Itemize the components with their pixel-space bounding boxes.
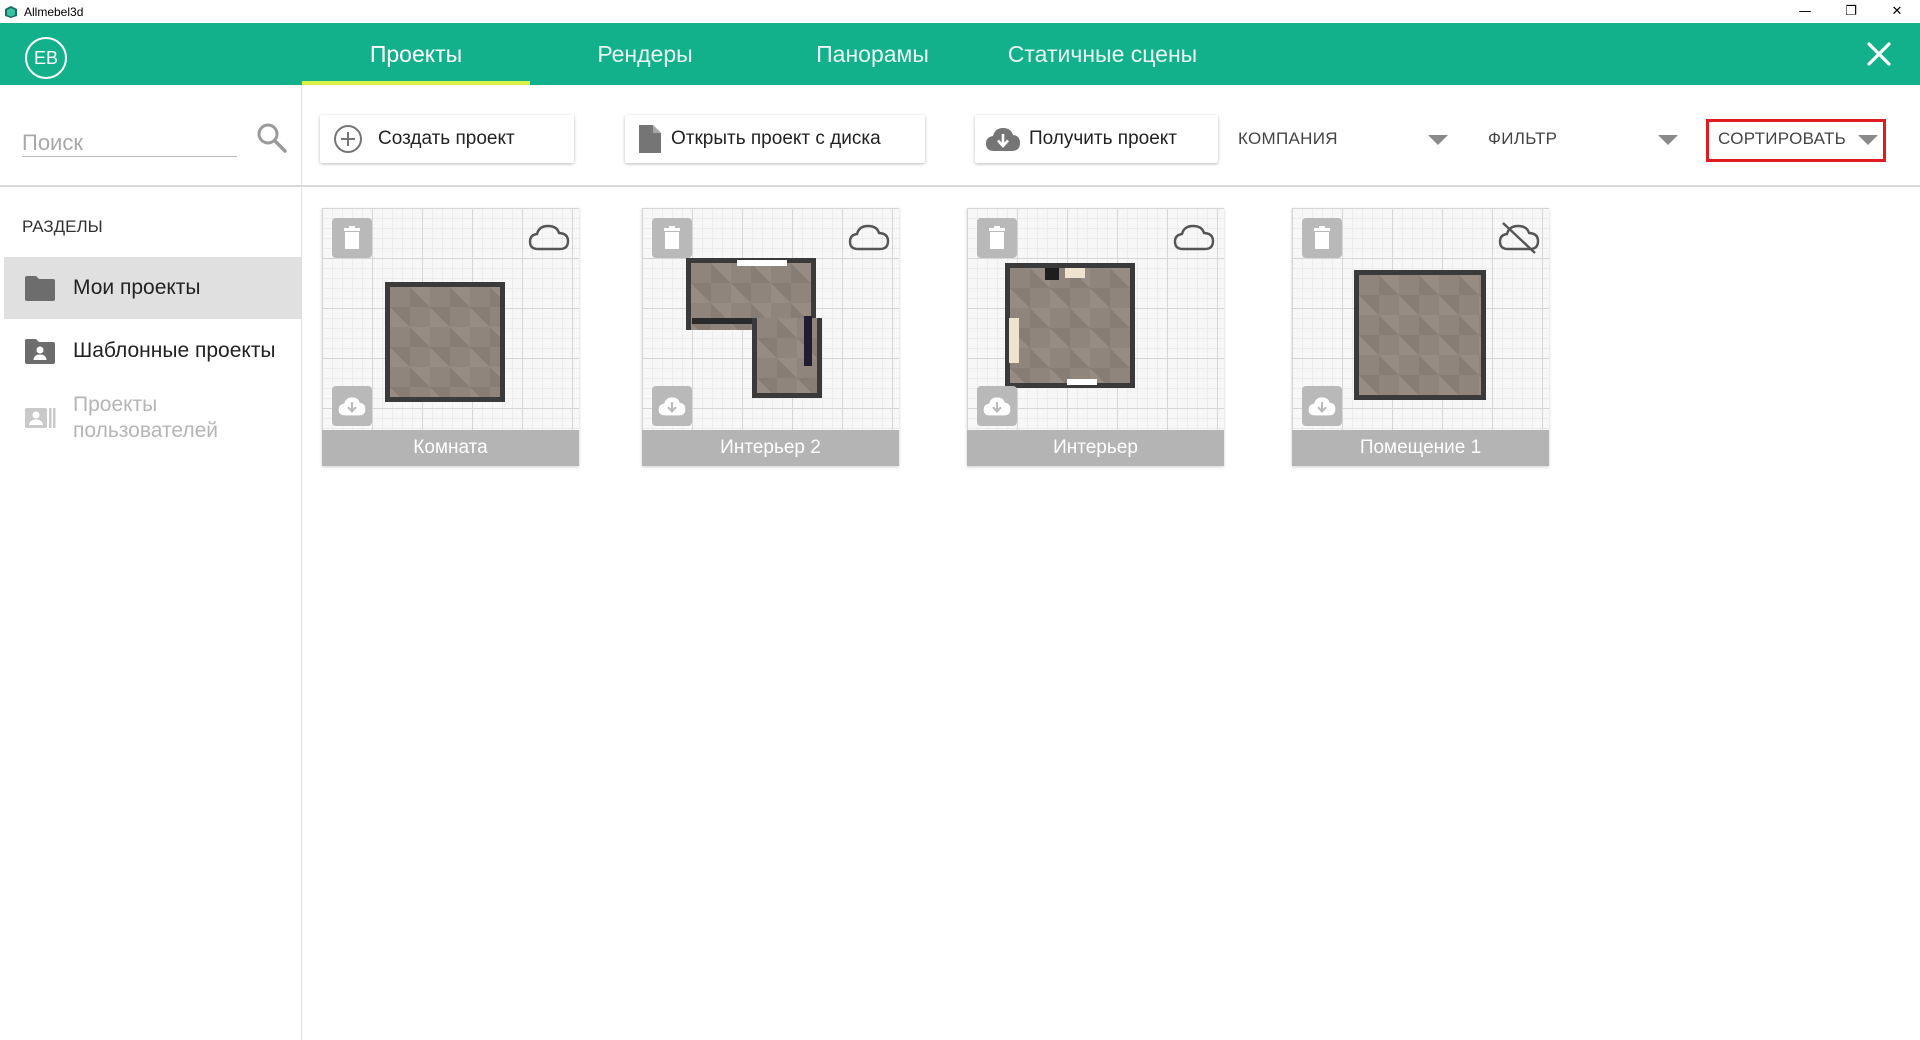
cloud-download-icon (986, 128, 1020, 151)
receive-project-button[interactable]: Получить проект (975, 115, 1218, 163)
close-icon[interactable] (1860, 35, 1898, 73)
window (737, 260, 787, 266)
window-titlebar: Allmebel3d — ❐ ✕ (0, 0, 1920, 23)
cloud-download-icon (983, 397, 1011, 416)
cloud-download-icon (338, 397, 366, 416)
project-name: Интерьер (967, 430, 1224, 466)
download-button[interactable] (977, 386, 1017, 426)
app-logo-icon (5, 5, 17, 18)
sidebar-item-user-projects: Проекты пользователей (4, 383, 302, 453)
sidebar-item-label: Проекты пользователей (73, 393, 219, 442)
sort-dropdown-label: СОРТИРОВАТЬ (1718, 129, 1847, 148)
window-close-button[interactable]: ✕ (1874, 0, 1920, 23)
trash-icon (664, 226, 680, 249)
furniture (1065, 268, 1085, 278)
search-input[interactable] (22, 129, 237, 157)
company-dropdown[interactable]: КОМПАНИЯ (1238, 120, 1448, 158)
chevron-down-icon (1428, 135, 1448, 145)
users-card-icon (25, 408, 56, 428)
trash-icon (989, 226, 1005, 249)
open-from-disk-label: Открыть проект с диска (671, 128, 881, 149)
chevron-down-icon (1858, 135, 1878, 145)
window-title: Allmebel3d (24, 4, 84, 19)
project-card[interactable]: Интерьер (967, 208, 1224, 466)
sort-dropdown[interactable]: СОРТИРОВАТЬ (1718, 120, 1884, 158)
project-name: Помещение 1 (1292, 430, 1549, 466)
cloud-download-icon (1308, 397, 1336, 416)
minimize-button[interactable]: — (1782, 0, 1828, 23)
restore-button[interactable]: ❐ (1828, 0, 1874, 23)
tab-panoramas[interactable]: Панорамы (765, 23, 980, 85)
app-header: EB Проекты Рендеры Панорамы Статичные сц… (0, 23, 1920, 85)
receive-project-label: Получить проект (1029, 128, 1178, 149)
cloud-icon[interactable] (1172, 220, 1216, 254)
delete-button[interactable] (977, 218, 1017, 258)
tab-projects[interactable]: Проекты (302, 23, 530, 85)
sidebar: РАЗДЕЛЫ Мои проекты Шаблонные проекты Пр… (0, 85, 302, 1040)
folder-icon (25, 276, 55, 301)
filter-dropdown[interactable]: ФИЛЬТР (1488, 120, 1688, 158)
sidebar-item-label: Шаблонные проекты (73, 339, 276, 362)
delete-button[interactable] (652, 218, 692, 258)
open-from-disk-button[interactable]: Открыть проект с диска (625, 115, 925, 163)
furniture (1009, 318, 1019, 363)
user-folder-icon (25, 339, 55, 364)
create-project-label: Создать проект (378, 128, 515, 149)
project-name: Интерьер 2 (642, 430, 899, 466)
sidebar-item-template-projects[interactable]: Шаблонные проекты (4, 320, 302, 382)
delete-button[interactable] (332, 218, 372, 258)
sidebar-item-my-projects[interactable]: Мои проекты (4, 257, 302, 319)
sections-heading: РАЗДЕЛЫ (22, 217, 103, 236)
cloud-off-icon[interactable] (1497, 220, 1541, 254)
company-dropdown-label: КОМПАНИЯ (1238, 129, 1338, 148)
furniture (804, 316, 812, 366)
search-icon[interactable] (256, 122, 288, 154)
download-button[interactable] (1302, 386, 1342, 426)
project-name: Комната (322, 430, 579, 466)
cloud-icon[interactable] (847, 220, 891, 254)
project-card[interactable]: Помещение 1 (1292, 208, 1549, 466)
add-circle-icon (334, 125, 362, 153)
cloud-icon[interactable] (527, 220, 571, 254)
active-tab-indicator (302, 81, 530, 85)
download-button[interactable] (652, 386, 692, 426)
room-plan (385, 282, 505, 402)
room-plan (1005, 263, 1135, 388)
download-button[interactable] (332, 386, 372, 426)
trash-icon (344, 226, 360, 249)
wall (692, 318, 752, 324)
project-card[interactable]: Интерьер 2 (642, 208, 899, 466)
chevron-down-icon (1658, 135, 1678, 145)
furniture (1045, 268, 1059, 280)
cloud-download-icon (658, 397, 686, 416)
delete-button[interactable] (1302, 218, 1342, 258)
project-card[interactable]: Комната (322, 208, 579, 466)
sidebar-item-label: Мои проекты (73, 276, 201, 299)
create-project-button[interactable]: Создать проект (320, 115, 574, 163)
tab-renders[interactable]: Рендеры (540, 23, 750, 85)
toolbar-divider (0, 185, 1920, 187)
window (1067, 379, 1097, 385)
user-avatar[interactable]: EB (25, 37, 67, 79)
file-icon (639, 125, 661, 153)
room-plan (1354, 270, 1486, 400)
tab-static-scenes[interactable]: Статичные сцены (990, 23, 1215, 85)
trash-icon (1314, 226, 1330, 249)
filter-dropdown-label: ФИЛЬТР (1488, 129, 1558, 148)
